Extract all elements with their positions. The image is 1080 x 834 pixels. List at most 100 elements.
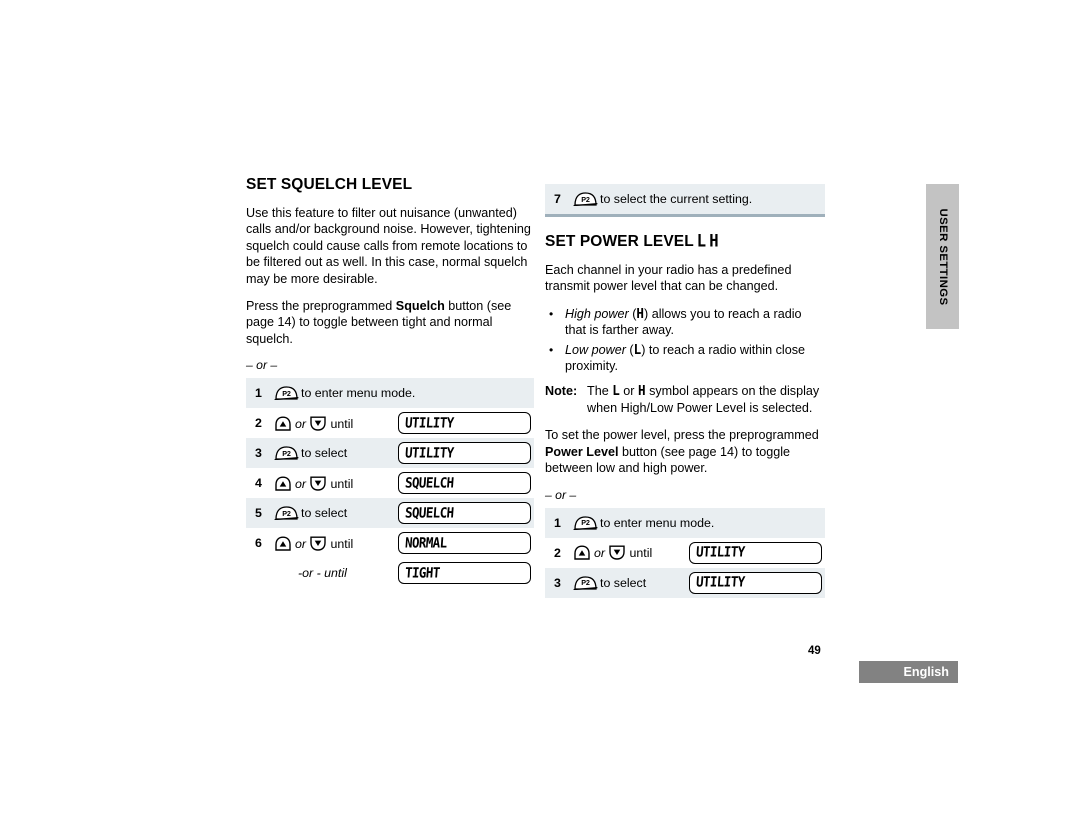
step-number: 3 bbox=[545, 567, 573, 598]
squelch-steps-table: 1 P2 to enter menu mode. 2 or until UTIL… bbox=[246, 378, 534, 588]
lcd-display: UTILITY bbox=[398, 442, 531, 465]
page-number: 49 bbox=[808, 645, 821, 657]
lcd-text: UTILITY bbox=[404, 444, 455, 461]
low-power-symbol-icon: L bbox=[633, 341, 642, 358]
step-display-cell: SQUELCH bbox=[398, 468, 534, 498]
step-display-cell: NORMAL bbox=[398, 528, 534, 558]
step-action: or until bbox=[274, 468, 398, 498]
lcd-display: SQUELCH bbox=[398, 472, 531, 495]
down-arrow-button-icon[interactable] bbox=[608, 545, 626, 560]
step-action: P2 to select bbox=[573, 567, 689, 598]
high-power-symbol-icon: H bbox=[638, 382, 646, 399]
table-row: 4 or until SQUELCH bbox=[246, 468, 534, 498]
step-number: 3 bbox=[246, 438, 274, 469]
lcd-display: UTILITY bbox=[689, 571, 822, 594]
page-title-squelch: SET SQUELCH LEVEL bbox=[246, 176, 413, 193]
step-display-cell: UTILITY bbox=[689, 567, 825, 598]
high-power-symbol-icon: H bbox=[636, 305, 644, 322]
lcd-display: NORMAL bbox=[398, 532, 531, 555]
step-display-cell: UTILITY bbox=[398, 408, 534, 438]
step-number: 2 bbox=[554, 545, 561, 560]
section-tab-label: USER SETTINGS bbox=[936, 208, 949, 305]
section-tab-user-settings: USER SETTINGS bbox=[926, 184, 959, 329]
p2-button-label: P2 bbox=[282, 508, 291, 518]
lcd-display: UTILITY bbox=[398, 412, 531, 435]
step-action: -or - until bbox=[274, 558, 398, 588]
step-action-text: until bbox=[330, 476, 354, 491]
lcd-display: UTILITY bbox=[689, 541, 822, 564]
note-text-b: or bbox=[619, 384, 638, 399]
step-number: 1 bbox=[545, 507, 573, 538]
step-action-text: to enter menu mode. bbox=[301, 386, 416, 401]
step-action-text: to enter menu mode. bbox=[600, 515, 715, 530]
step-action-text: to select the current setting. bbox=[600, 192, 753, 206]
low-power-symbol-icon: L bbox=[696, 231, 707, 251]
up-arrow-button-icon[interactable] bbox=[274, 416, 292, 431]
step-action: P2 to select bbox=[274, 438, 398, 469]
or-separator-right: – or – bbox=[545, 487, 577, 502]
step-action-text: until bbox=[330, 416, 354, 431]
squelch-intro-paragraph: Use this feature to filter out nuisance … bbox=[246, 206, 531, 286]
step-number: 5 bbox=[246, 498, 274, 529]
lcd-text: UTILITY bbox=[695, 543, 746, 561]
bullet-text-pre: ( bbox=[625, 342, 634, 357]
squelch-press-paragraph: Press the preprogrammed Squelch button (… bbox=[246, 298, 534, 347]
list-item: • Low power (L) to reach a radio within c… bbox=[545, 341, 825, 375]
p2-button-icon[interactable]: P2 bbox=[573, 515, 598, 530]
p2-button-icon[interactable]: P2 bbox=[573, 192, 598, 206]
lcd-text: TIGHT bbox=[404, 564, 441, 581]
power-press-text-a: To set the power level, press the prepro… bbox=[545, 428, 819, 443]
step-number: 2 bbox=[255, 416, 262, 431]
note-block: Note: The L or H symbol appears on the d… bbox=[545, 383, 825, 416]
lcd-display: SQUELCH bbox=[398, 502, 531, 525]
power-level-press-paragraph: To set the power level, press the prepro… bbox=[545, 427, 825, 476]
bullet-dot-icon: • bbox=[549, 342, 554, 357]
lcd-text: SQUELCH bbox=[404, 474, 455, 491]
step-display-cell: TIGHT bbox=[398, 558, 534, 588]
step-number bbox=[246, 558, 274, 588]
left-column: SET SQUELCH LEVEL Use this feature to fi… bbox=[246, 176, 534, 588]
step-action: or until bbox=[573, 538, 689, 568]
step-display-cell: SQUELCH bbox=[398, 498, 534, 529]
lcd-display: TIGHT bbox=[398, 562, 531, 585]
note-text-a: The bbox=[587, 384, 613, 399]
bullet-italic-label: Low power bbox=[565, 342, 626, 357]
table-row: 3 P2 to select UTILITY bbox=[545, 567, 825, 598]
p2-button-label: P2 bbox=[282, 448, 291, 458]
step-action: P2 to enter menu mode. bbox=[573, 507, 825, 538]
step-number: 1 bbox=[246, 378, 274, 409]
down-arrow-button-icon[interactable] bbox=[309, 476, 327, 491]
step-action: or until bbox=[274, 408, 398, 438]
p2-button-icon[interactable]: P2 bbox=[573, 575, 598, 590]
down-arrow-button-icon[interactable] bbox=[309, 416, 327, 431]
or-label: or bbox=[594, 546, 606, 561]
table-row: 5 P2 to select SQUELCH bbox=[246, 498, 534, 529]
down-arrow-button-icon[interactable] bbox=[309, 536, 327, 551]
step-action-text: to select bbox=[600, 575, 647, 590]
step-number: 4 bbox=[255, 476, 262, 491]
or-separator-left: – or – bbox=[246, 358, 278, 373]
table-row: 3 P2 to select UTILITY bbox=[246, 438, 534, 469]
up-arrow-button-icon[interactable] bbox=[274, 536, 292, 551]
power-level-bullet-list: • High power (H) allows you to reach a ra… bbox=[545, 305, 825, 375]
power-level-button-name: Power Level bbox=[545, 444, 619, 459]
p2-button-icon[interactable]: P2 bbox=[274, 446, 299, 461]
note-body: The L or H symbol appears on the display… bbox=[587, 383, 825, 416]
or-label: or bbox=[295, 416, 307, 431]
table-row: 1 P2 to enter menu mode. bbox=[545, 507, 825, 538]
table-row: 2 or until UTILITY bbox=[246, 408, 534, 438]
step-display-cell: UTILITY bbox=[689, 538, 825, 568]
step-action-text: until bbox=[330, 536, 354, 551]
up-arrow-button-icon[interactable] bbox=[573, 545, 591, 560]
squelch-steps-continued-table: 7 P2 to select the current setting. bbox=[545, 184, 825, 217]
lcd-text: UTILITY bbox=[404, 414, 455, 431]
p2-button-icon[interactable]: P2 bbox=[274, 386, 299, 401]
or-label: or bbox=[295, 476, 307, 491]
bullet-italic-label: High power bbox=[565, 306, 629, 321]
step-action: P2 to enter menu mode. bbox=[274, 378, 534, 409]
p2-button-icon[interactable]: P2 bbox=[274, 506, 299, 521]
table-row: 6 or until NORMAL bbox=[246, 528, 534, 558]
up-arrow-button-icon[interactable] bbox=[274, 476, 292, 491]
or-label: or bbox=[295, 536, 307, 551]
p2-button-label: P2 bbox=[581, 578, 590, 588]
